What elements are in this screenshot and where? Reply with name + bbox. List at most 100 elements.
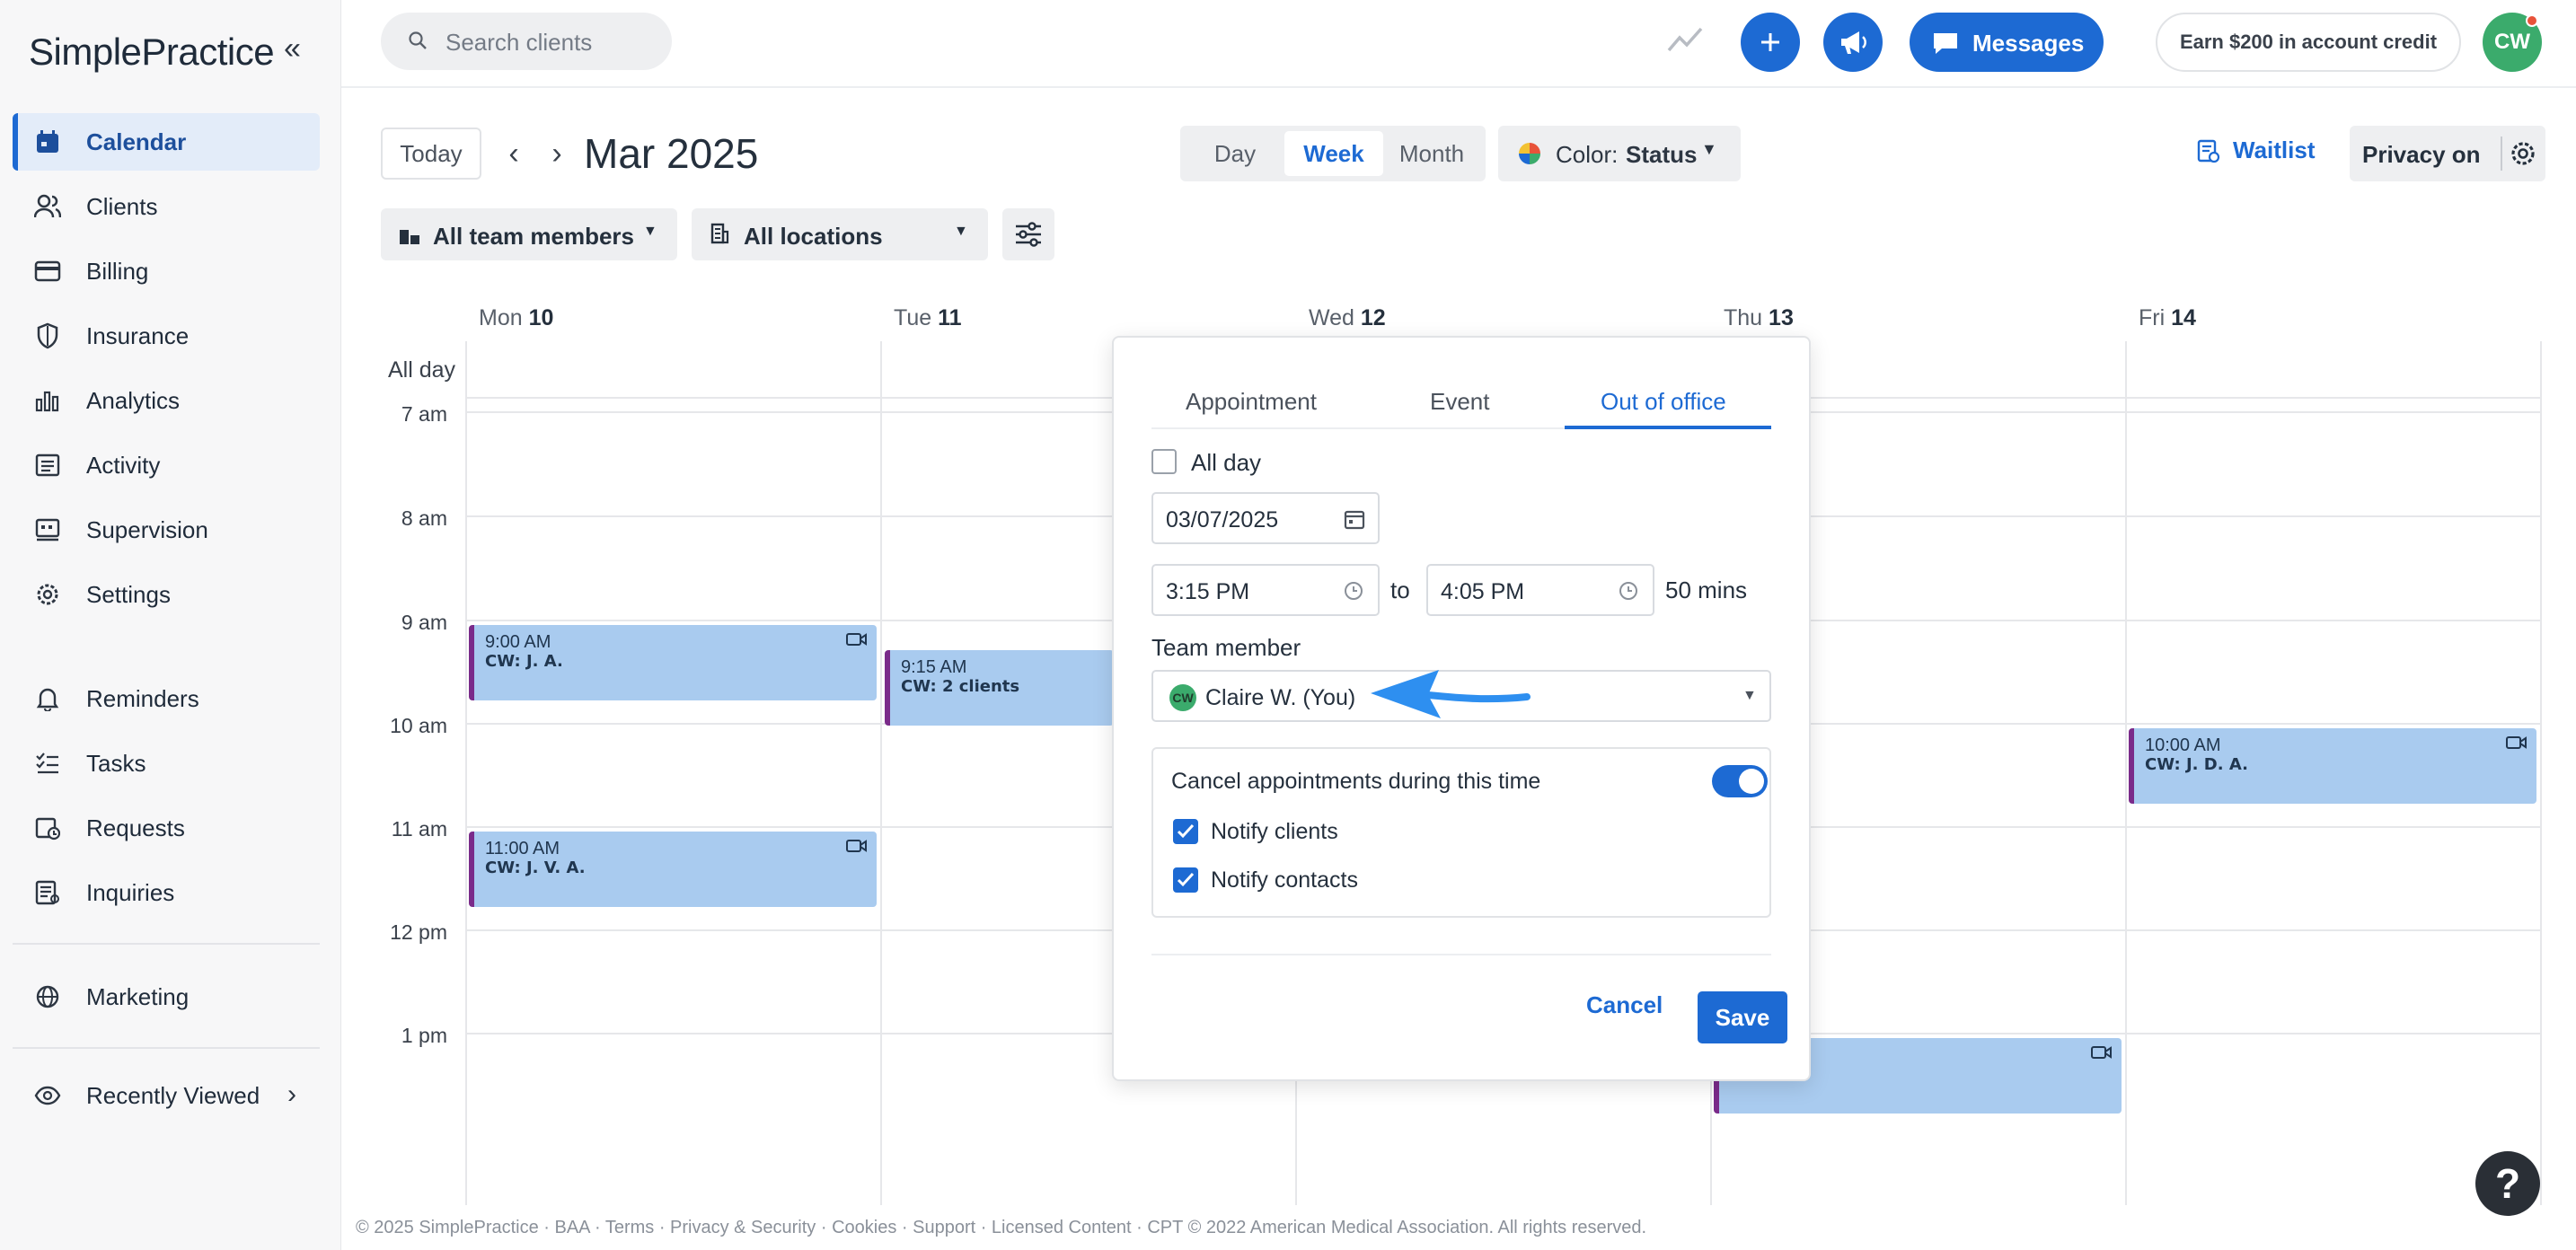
time-label: 1 pm [401, 1024, 447, 1047]
search-input[interactable]: Search clients [381, 13, 672, 70]
waitlist-label: Waitlist [2233, 136, 2316, 163]
time-label: 7 am [401, 402, 447, 426]
day-number: 10 [528, 305, 554, 330]
day-number: 13 [1769, 305, 1794, 330]
cancel-appointments-toggle[interactable] [1712, 765, 1768, 797]
appointment-card[interactable]: 9:00 AM CW: J. A. [469, 625, 877, 700]
team-member-avatar: CW [1169, 684, 1196, 711]
tab-day[interactable]: Day [1186, 131, 1284, 176]
waitlist-icon [2197, 139, 2220, 163]
time-label: 11 am [391, 817, 447, 841]
appointment-card[interactable]: 11:00 AM CW: J. V. A. [469, 832, 877, 907]
time-label: 10 am [390, 714, 447, 737]
sidebar-item-insurance[interactable]: Insurance [13, 307, 320, 365]
sidebar-item-analytics[interactable]: Analytics [13, 372, 320, 429]
tab-month[interactable]: Month [1383, 131, 1480, 176]
sidebar-item-label: Settings [86, 580, 171, 608]
notify-clients-checkbox[interactable] [1173, 819, 1198, 844]
tab-out-of-office[interactable]: Out of office [1601, 388, 1726, 416]
start-time-value: 3:15 PM [1166, 579, 1250, 604]
sidebar-item-inquiries[interactable]: Inquiries [13, 864, 320, 921]
appointment-client: CW: J. V. A. [485, 858, 586, 877]
appointment-card[interactable]: 9:15 AM CW: 2 clients [885, 650, 1114, 726]
time-label: 8 am [401, 506, 447, 530]
start-time-field[interactable]: 3:15 PM [1151, 564, 1380, 616]
day-header-wed[interactable]: Wed 12 [1309, 305, 1386, 331]
all-day-checkbox[interactable] [1151, 449, 1177, 474]
sidebar-item-marketing[interactable]: Marketing [13, 968, 320, 1026]
color-label: Color: [1556, 141, 1619, 168]
sidebar-item-settings[interactable]: Settings [13, 566, 320, 623]
all-day-label: All day [388, 357, 456, 383]
next-week-icon[interactable]: › [541, 135, 573, 172]
trending-icon[interactable] [1667, 23, 1703, 60]
collapse-sidebar-icon[interactable]: « [284, 33, 313, 64]
appointment-client: CW: J. D. A. [2145, 755, 2248, 774]
date-field[interactable]: 03/07/2025 [1151, 492, 1380, 544]
team-filter-label: All team members [433, 223, 634, 250]
sidebar: SimplePractice « Calendar Clients Billin… [0, 0, 341, 1250]
inquiries-icon [32, 877, 63, 908]
sidebar-divider [13, 943, 320, 945]
calendar-picker-icon[interactable] [1344, 508, 1365, 530]
help-button[interactable]: ? [2475, 1151, 2540, 1216]
video-icon [846, 840, 867, 852]
sidebar-item-reminders[interactable]: Reminders [13, 670, 320, 727]
filter-settings-button[interactable] [1002, 208, 1054, 260]
sidebar-item-tasks[interactable]: Tasks [13, 735, 320, 792]
sidebar-item-calendar[interactable]: Calendar [13, 113, 320, 171]
today-button[interactable]: Today [381, 128, 481, 180]
tab-week[interactable]: Week [1284, 131, 1383, 176]
messages-button[interactable]: Messages [1910, 13, 2104, 72]
appointment-time: 9:00 AM [485, 632, 551, 652]
clock-icon [1345, 582, 1363, 600]
search-icon [408, 31, 428, 55]
sidebar-item-label: Marketing [86, 982, 190, 1010]
appointment-time: 9:15 AM [901, 657, 967, 677]
privacy-toggle[interactable]: Privacy on [2350, 126, 2545, 181]
appointment-time: 10:00 AM [2145, 735, 2221, 755]
previous-week-icon[interactable]: ‹ [498, 135, 530, 172]
end-time-field[interactable]: 4:05 PM [1426, 564, 1654, 616]
sidebar-item-recently-viewed[interactable]: Recently Viewed › [13, 1067, 320, 1124]
app-logo[interactable]: SimplePractice [29, 31, 275, 74]
topbar-divider [341, 86, 2576, 88]
requests-icon [32, 813, 63, 843]
sidebar-item-supervision[interactable]: Supervision [13, 501, 320, 559]
day-name: Tue [894, 305, 932, 330]
locations-filter[interactable]: All locations ▼ [692, 208, 988, 260]
calendar-icon [32, 127, 63, 157]
active-tab-indicator [1565, 426, 1771, 429]
sidebar-item-activity[interactable]: Activity [13, 436, 320, 494]
color-dropdown[interactable]: Color: Status ▼ [1498, 126, 1741, 181]
video-icon [2506, 736, 2527, 749]
day-header-fri[interactable]: Fri 14 [2139, 305, 2196, 331]
team-member-label: Team member [1151, 634, 1301, 661]
day-name: Mon [479, 305, 523, 330]
sidebar-item-requests[interactable]: Requests [13, 799, 320, 857]
day-name: Wed [1309, 305, 1354, 330]
team-members-filter[interactable]: All team members ▼ [381, 208, 677, 260]
day-header-mon[interactable]: Mon 10 [479, 305, 553, 331]
earn-credit-button[interactable]: Earn $200 in account credit [2156, 13, 2461, 72]
add-button[interactable] [1741, 13, 1800, 72]
sidebar-item-billing[interactable]: Billing [13, 242, 320, 300]
appointment-card[interactable]: 10:00 AM CW: J. D. A. [2129, 728, 2536, 804]
sidebar-item-clients[interactable]: Clients [13, 178, 320, 235]
cancel-appointments-label: Cancel appointments during this time [1171, 769, 1541, 794]
gear-icon[interactable] [2510, 140, 2536, 173]
tab-appointment[interactable]: Appointment [1186, 388, 1317, 416]
tasks-icon [32, 748, 63, 779]
tab-event[interactable]: Event [1430, 388, 1490, 416]
sidebar-item-label: Activity [86, 451, 161, 479]
day-number: 14 [2171, 305, 2196, 330]
day-header-thu[interactable]: Thu 13 [1724, 305, 1794, 331]
save-button[interactable]: Save [1698, 991, 1787, 1043]
notify-contacts-checkbox[interactable] [1173, 867, 1198, 893]
day-header-tue[interactable]: Tue 11 [894, 305, 962, 331]
notify-contacts-label: Notify contacts [1211, 867, 1358, 893]
analytics-icon [32, 385, 63, 416]
announcements-button[interactable] [1823, 13, 1883, 72]
duration-label: 50 mins [1665, 577, 1748, 603]
cancel-button[interactable]: Cancel [1586, 991, 1663, 1019]
